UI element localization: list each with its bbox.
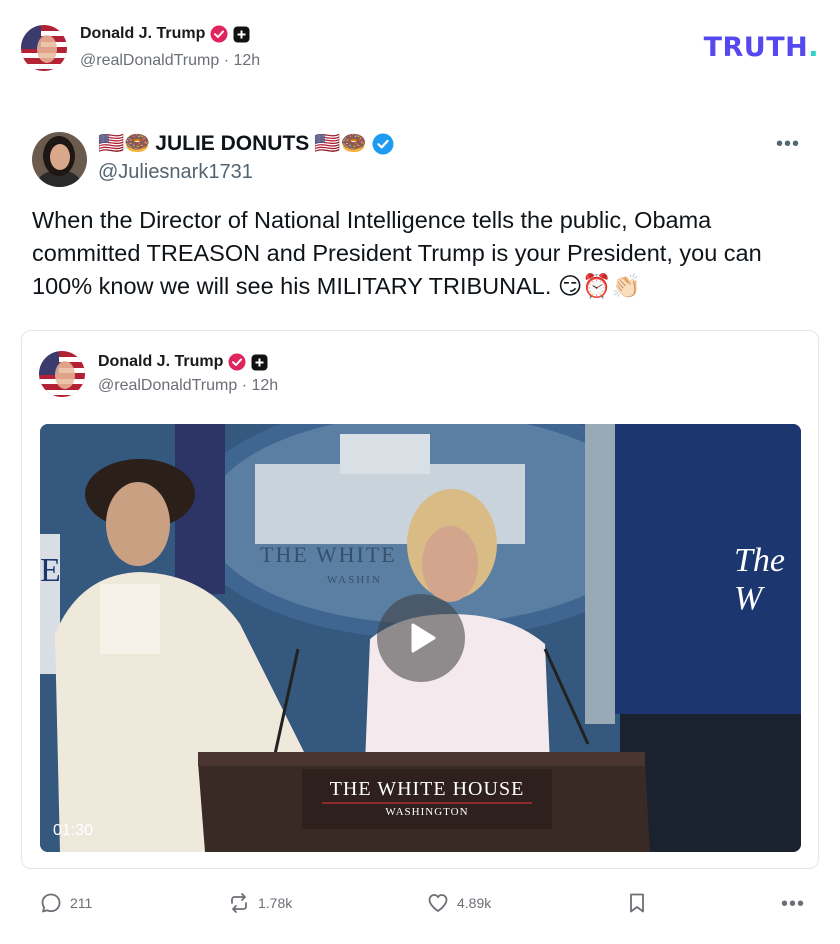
like-button[interactable]: 4.89k — [427, 892, 491, 914]
video-player[interactable]: THE WHITE WASHIN The W E THE WHITE HOUSE… — [40, 424, 801, 852]
reply-count: 211 — [70, 895, 93, 911]
podium-title: THE WHITE HOUSE — [329, 778, 525, 800]
embedded-post-time: 12h — [251, 377, 279, 394]
quoted-handle: @Juliesnark1731 — [98, 161, 253, 183]
bookmark-button[interactable] — [627, 892, 647, 914]
truth-logo-text: TRUTH — [703, 32, 809, 63]
author-name[interactable]: Donald J. Trump — [80, 25, 205, 43]
quoted-name: JULIE DONUTS — [155, 132, 310, 155]
separator: · — [223, 52, 230, 69]
embedded-author-handle-row: @realDonaldTrump · 12h — [98, 377, 278, 395]
quoted-name-row: 🇺🇸🍩 JULIE DONUTS 🇺🇸🍩 — [98, 132, 394, 156]
verified-badge-icon — [210, 25, 228, 43]
like-count: 4.89k — [457, 895, 492, 911]
quoted-name-suffix-emoji: 🇺🇸🍩 — [314, 132, 367, 155]
embedded-author-handle[interactable]: @realDonaldTrump — [98, 377, 237, 394]
reply-button[interactable]: 211 — [40, 892, 92, 914]
podium-subtitle: WASHINGTON — [385, 806, 469, 818]
retruth-count: 1.78k — [258, 895, 293, 911]
reply-icon — [41, 893, 61, 913]
author-handle-row: @realDonaldTrump · 12h — [80, 52, 260, 70]
author-handle[interactable]: @realDonaldTrump — [80, 52, 219, 69]
author-name-row: Donald J. Trump — [80, 25, 250, 43]
left-letter: E — [40, 552, 61, 589]
embedded-post-card[interactable]: Donald J. Trump @realDonaldTrump · 12h T… — [21, 330, 819, 869]
quoted-tweet-text: When the Director of National Intelligen… — [32, 207, 762, 299]
backdrop-text: THE WHITE — [260, 542, 397, 567]
embedded-author-avatar[interactable] — [39, 351, 85, 397]
plus-badge-icon — [233, 26, 250, 43]
truth-logo-dot: . — [808, 32, 819, 63]
play-icon — [411, 623, 436, 653]
bookmark-icon — [630, 893, 644, 913]
retruth-icon — [231, 893, 247, 913]
retruth-button[interactable]: 1.78k — [228, 892, 292, 914]
like-icon — [428, 894, 448, 912]
embedded-author-name[interactable]: Donald J. Trump — [98, 353, 223, 371]
more-options-button[interactable]: ••• — [781, 893, 805, 916]
truth-logo: TRUTH. — [704, 32, 819, 63]
author-avatar[interactable] — [21, 25, 67, 71]
screen-text: The W — [734, 542, 785, 617]
embedded-author-name-row: Donald J. Trump — [98, 353, 268, 371]
plus-badge-icon — [251, 354, 268, 371]
video-duration: 01:30 — [53, 822, 94, 839]
backdrop-subtext: WASHIN — [327, 574, 382, 586]
verified-badge-icon — [228, 353, 246, 371]
post-time: 12h — [233, 52, 261, 69]
more-icon: ••• — [775, 133, 800, 155]
separator: · — [241, 377, 248, 394]
play-button[interactable] — [377, 594, 465, 682]
quoted-avatar — [32, 132, 87, 187]
verified-badge-icon — [372, 133, 394, 155]
quoted-name-prefix-emoji: 🇺🇸🍩 — [98, 132, 151, 155]
